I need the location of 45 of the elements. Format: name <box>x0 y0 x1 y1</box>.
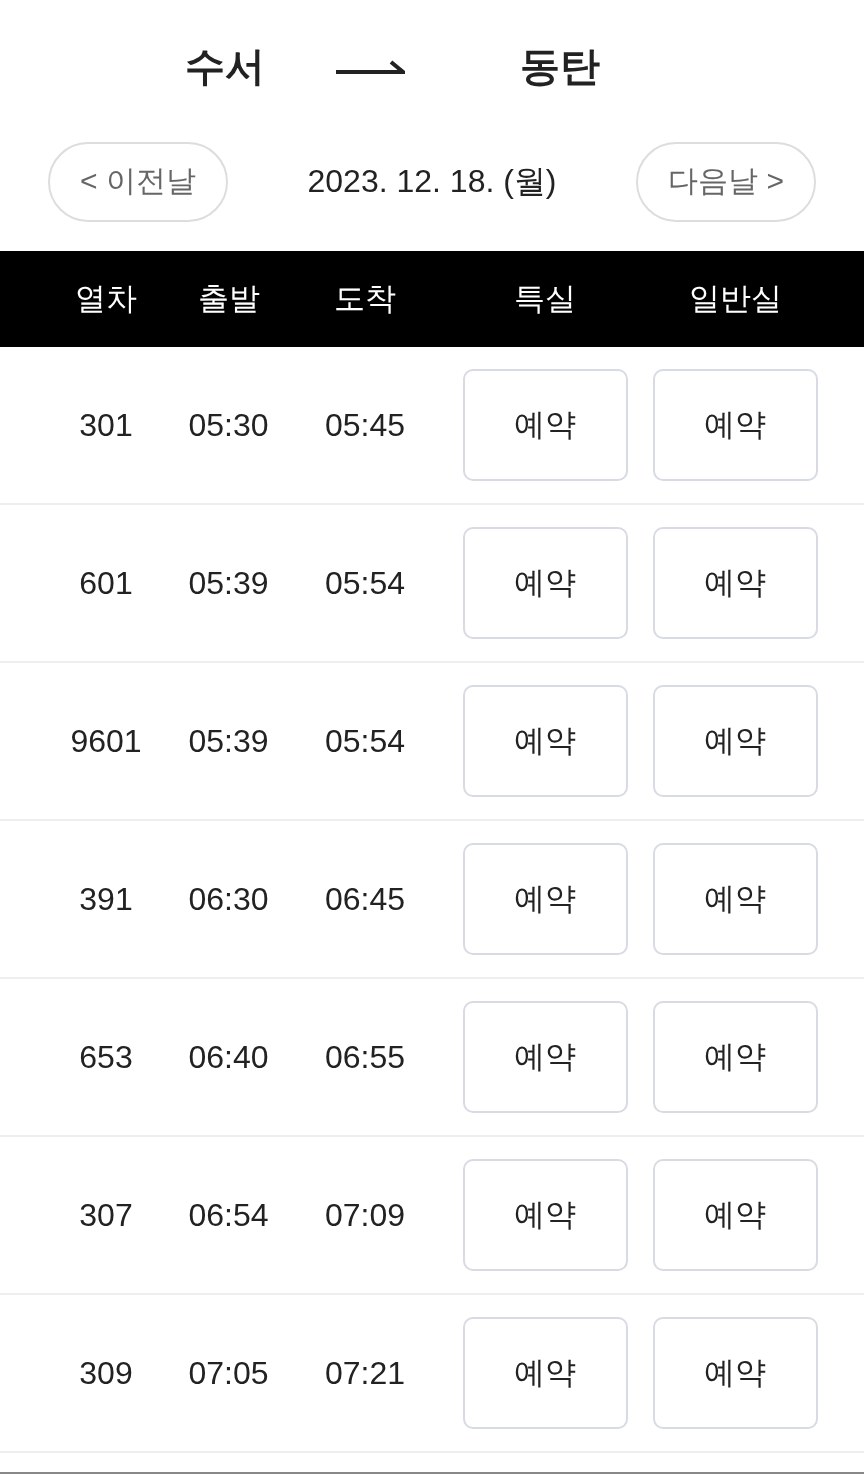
departure-time: 06:54 <box>187 1196 270 1234</box>
reserve-button[interactable]: 예약 <box>652 1001 818 1113</box>
departure-time: 07:05 <box>187 1354 270 1392</box>
reserve-button[interactable]: 예약 <box>652 843 818 955</box>
reserve-button[interactable]: 예약 <box>462 843 628 955</box>
train-number: 309 <box>78 1354 134 1392</box>
column-header: 도착 <box>333 280 397 318</box>
arrival-time: 05:54 <box>323 564 407 602</box>
arrival-time: 07:21 <box>323 1354 407 1392</box>
date-label: 2023. 12. 18. (월) <box>307 161 557 201</box>
reserve-button[interactable]: 예약 <box>462 1317 628 1429</box>
reserve-button[interactable]: 예약 <box>462 369 628 481</box>
reserve-button[interactable]: 예약 <box>462 1001 628 1113</box>
reserve-button[interactable]: 예약 <box>462 1159 628 1271</box>
previous-day-button[interactable]: < 이전날 <box>48 141 228 222</box>
column-header: 일반실 <box>687 280 783 318</box>
column-header: 열차 <box>74 280 138 318</box>
departure-time: 05:39 <box>187 722 270 760</box>
train-number: 391 <box>78 880 134 918</box>
arrival-time: 07:09 <box>323 1196 407 1234</box>
departure-time: 05:39 <box>187 564 270 602</box>
train-number: 307 <box>78 1196 134 1234</box>
reserve-button[interactable]: 예약 <box>652 369 818 481</box>
reserve-button[interactable]: 예약 <box>652 1317 818 1429</box>
reserve-button[interactable]: 예약 <box>462 685 628 797</box>
reserve-button[interactable]: 예약 <box>652 1159 818 1271</box>
arrival-time: 06:55 <box>323 1038 407 1076</box>
arrival-station: 동탄 <box>519 42 601 90</box>
next-day-button[interactable]: 다음날 > <box>636 141 816 222</box>
departure-station: 수서 <box>184 42 266 90</box>
train-number: 601 <box>78 564 134 602</box>
departure-time: 06:30 <box>187 880 270 918</box>
column-header: 특실 <box>513 280 577 318</box>
column-header: 출발 <box>196 280 261 318</box>
train-number: 653 <box>78 1038 134 1076</box>
train-number: 9601 <box>69 722 143 760</box>
arrival-time: 05:54 <box>323 722 407 760</box>
departure-time: 05:30 <box>187 406 270 444</box>
arrival-time: 05:45 <box>323 406 407 444</box>
reserve-button[interactable]: 예약 <box>652 527 818 639</box>
departure-time: 06:40 <box>187 1038 270 1076</box>
arrival-time: 06:45 <box>323 880 407 918</box>
train-number: 301 <box>78 406 134 444</box>
reserve-button[interactable]: 예약 <box>462 527 628 639</box>
reserve-button[interactable]: 예약 <box>652 685 818 797</box>
